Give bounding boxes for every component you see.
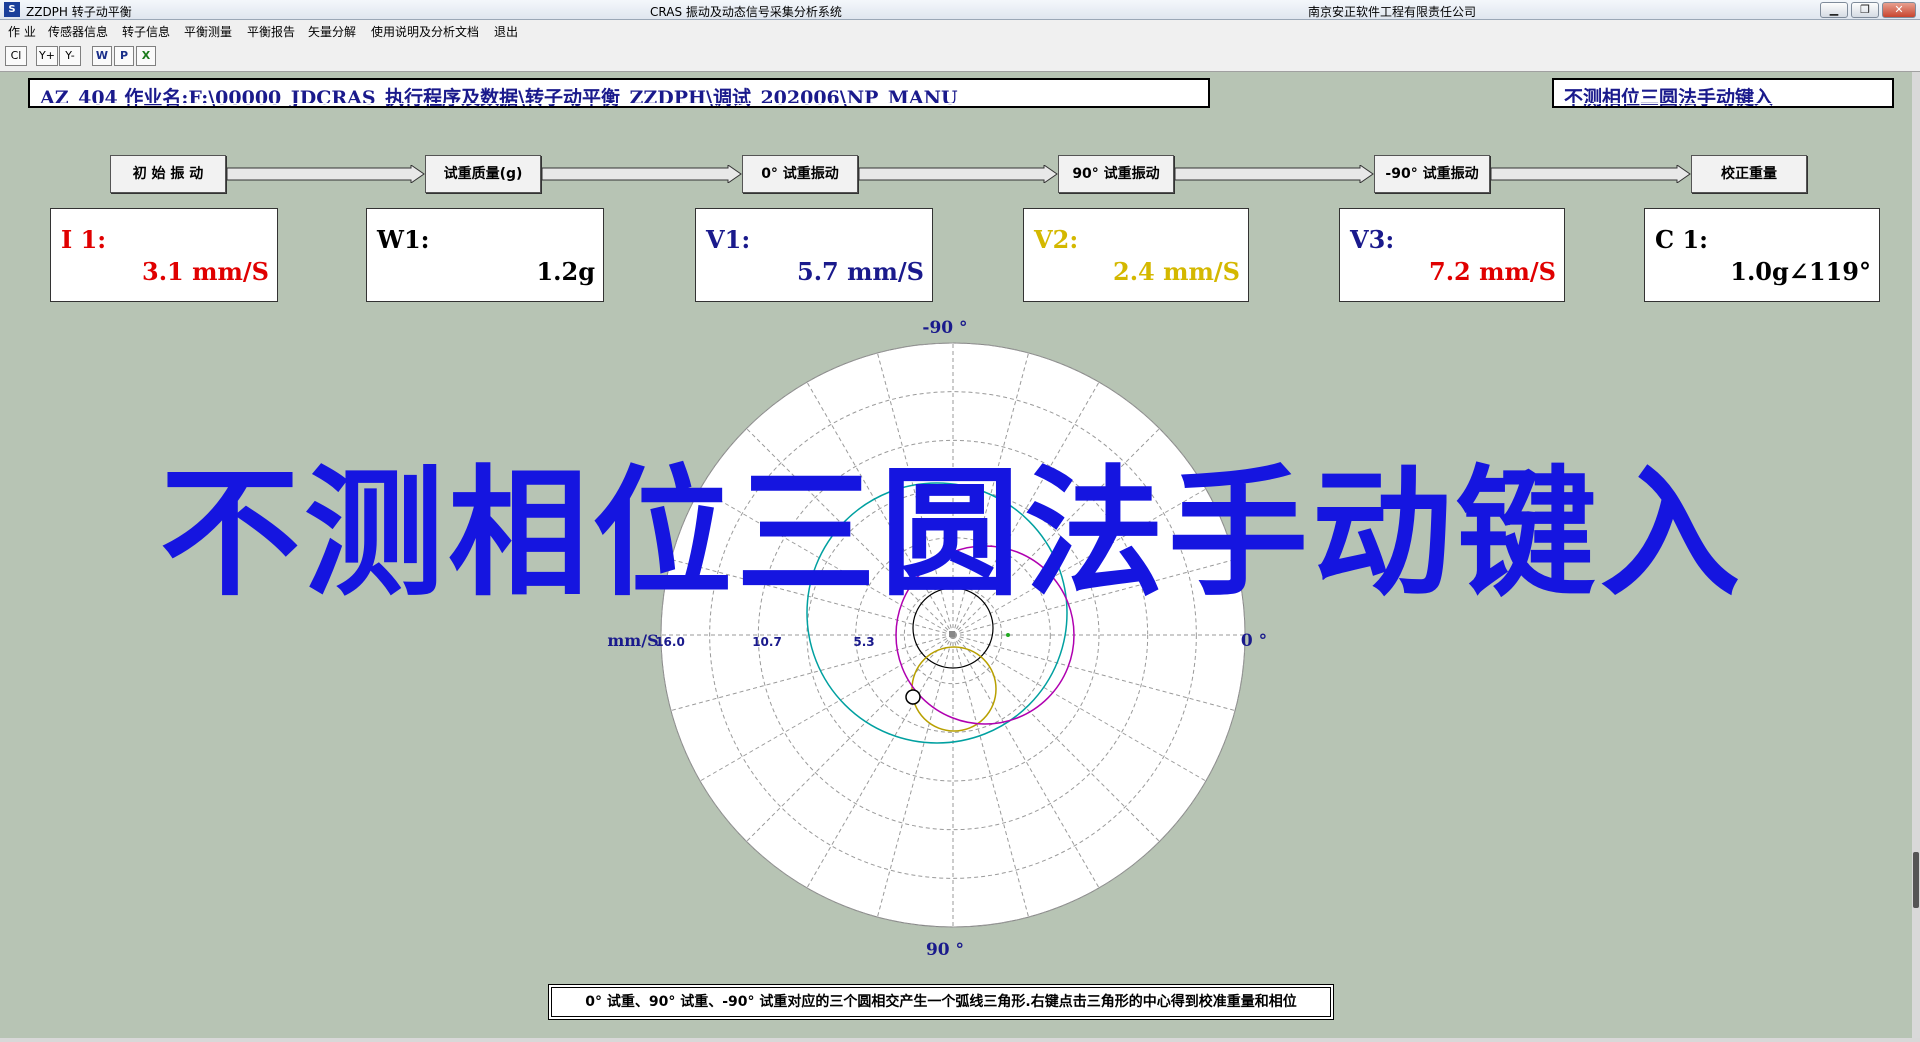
value-box-v3[interactable]: V3: 7.2 mm/S bbox=[1339, 208, 1565, 302]
menu-job[interactable]: 作 业 bbox=[8, 23, 36, 40]
value-text: 2.4 mm/S bbox=[1113, 257, 1240, 286]
value-label: V2: bbox=[1034, 225, 1079, 254]
toolbar: Cl Y+ Y- W P X bbox=[0, 40, 1920, 72]
menu-exit[interactable]: 退出 bbox=[494, 23, 518, 40]
ring-label: 5.3 bbox=[853, 635, 874, 649]
value-box-c1[interactable]: C 1: 1.0g∠119° bbox=[1644, 208, 1880, 302]
step-0deg-trial[interactable]: 0° 试重振动 bbox=[742, 155, 858, 193]
unit-label: mm/S bbox=[607, 631, 658, 650]
mode-title-box: 不测相位三圆法手动键入 bbox=[1552, 78, 1894, 108]
word-export-icon[interactable]: W bbox=[92, 46, 112, 66]
menu-bar: 作 业 传感器信息 转子信息 平衡测量 平衡报告 矢量分解 使用说明及分析文档 … bbox=[0, 20, 1920, 40]
cursor-marker bbox=[905, 689, 921, 705]
step-minus90deg-trial[interactable]: -90° 试重振动 bbox=[1374, 155, 1490, 193]
excel-export-icon[interactable]: X bbox=[136, 46, 156, 66]
value-label: I 1: bbox=[61, 225, 107, 254]
status-strip bbox=[0, 1038, 1920, 1042]
menu-vector-decompose[interactable]: 矢量分解 bbox=[308, 23, 356, 40]
step-initial-vibration[interactable]: 初 始 振 动 bbox=[110, 155, 226, 193]
company-name: 南京安正软件工程有限责任公司 bbox=[1308, 5, 1477, 19]
job-path-box: AZ_404 作业名:F:\00000_JDCRAS_执行程序及数据\转子动平衡… bbox=[28, 78, 1210, 108]
y-zoom-out-button[interactable]: Y- bbox=[59, 46, 81, 66]
step-90deg-trial[interactable]: 90° 试重振动 bbox=[1058, 155, 1174, 193]
app-icon: S bbox=[4, 2, 20, 17]
flow-arrow bbox=[227, 165, 425, 183]
window-title: ZZDPH 转子动平衡 bbox=[26, 5, 132, 19]
menu-sensor-info[interactable]: 传感器信息 bbox=[48, 23, 108, 40]
value-label: V3: bbox=[1350, 225, 1395, 254]
value-box-v1[interactable]: V1: 5.7 mm/S bbox=[695, 208, 933, 302]
value-box-w1[interactable]: W1: 1.2g bbox=[366, 208, 604, 302]
maximize-button[interactable]: ❐ bbox=[1851, 2, 1879, 18]
menu-docs[interactable]: 使用说明及分析文档 bbox=[371, 23, 479, 40]
value-label: C 1: bbox=[1655, 225, 1709, 254]
value-label: V1: bbox=[706, 225, 751, 254]
menu-balance-measure[interactable]: 平衡测量 bbox=[184, 23, 232, 40]
value-box-i1[interactable]: I 1: 3.1 mm/S bbox=[50, 208, 278, 302]
menu-balance-report[interactable]: 平衡报告 bbox=[247, 23, 295, 40]
pdf-export-icon[interactable]: P bbox=[114, 46, 134, 66]
system-title: CRAS 振动及动态信号采集分析系统 bbox=[650, 5, 842, 19]
value-text: 5.7 mm/S bbox=[797, 257, 924, 286]
mode-watermark: 不测相位三圆法手动键入 bbox=[160, 453, 1745, 616]
menu-rotor-info[interactable]: 转子信息 bbox=[122, 23, 170, 40]
value-text: 1.2g bbox=[536, 257, 595, 286]
value-text: 1.0g∠119° bbox=[1730, 257, 1871, 286]
flow-arrow bbox=[1175, 165, 1374, 183]
flow-arrow bbox=[542, 165, 742, 183]
angle-label-bottom: 90 ° bbox=[926, 940, 964, 960]
point-marker bbox=[1006, 633, 1010, 637]
ring-label: 16.0 bbox=[655, 635, 685, 649]
polar-plot[interactable]: -90 ° 90 ° 0 ° mm/S 16.0 10.7 5.3 bbox=[540, 305, 1280, 985]
origin-marker bbox=[949, 631, 955, 637]
ring-label: 10.7 bbox=[752, 635, 782, 649]
value-text: 7.2 mm/S bbox=[1429, 257, 1556, 286]
flow-arrow bbox=[859, 165, 1058, 183]
instruction-note: 0° 试重、90° 试重、-90° 试重对应的三个圆相交产生一个弧线三角形.右键… bbox=[548, 984, 1334, 1020]
title-bar: S ZZDPH 转子动平衡 CRAS 振动及动态信号采集分析系统 南京安正软件工… bbox=[0, 0, 1920, 20]
step-correction-weight[interactable]: 校正重量 bbox=[1691, 155, 1807, 193]
value-text: 3.1 mm/S bbox=[142, 257, 269, 286]
value-label: W1: bbox=[377, 225, 430, 254]
step-trial-mass[interactable]: 试重质量(g) bbox=[425, 155, 541, 193]
y-zoom-in-button[interactable]: Y+ bbox=[36, 46, 58, 66]
scrollbar-thumb[interactable] bbox=[1913, 852, 1919, 908]
close-button[interactable]: ✕ bbox=[1882, 2, 1916, 18]
value-box-v2[interactable]: V2: 2.4 mm/S bbox=[1023, 208, 1249, 302]
angle-label-top: -90 ° bbox=[922, 318, 967, 338]
clear-button[interactable]: Cl bbox=[5, 46, 27, 66]
flow-arrow bbox=[1491, 165, 1691, 183]
angle-label-right: 0 ° bbox=[1241, 631, 1267, 651]
minimize-button[interactable]: ▁ bbox=[1820, 2, 1848, 18]
